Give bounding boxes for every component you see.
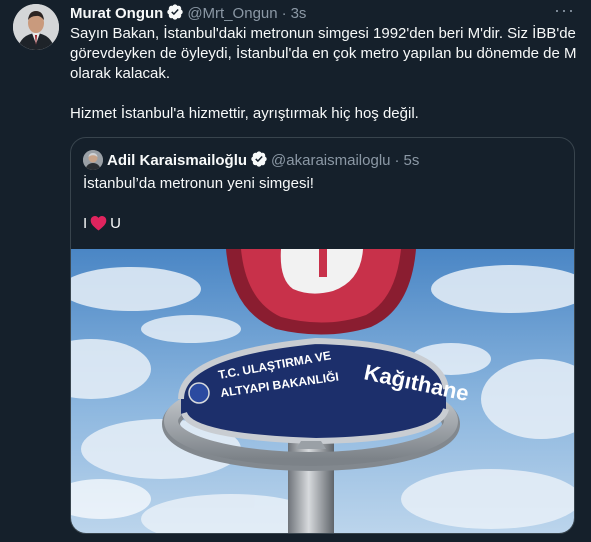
quoted-author-avatar[interactable] [83,150,103,170]
quoted-header: Adil Karaismailoğlu @akaraismailoglu · 5s [83,150,419,174]
quoted-tweet-text: İstanbul’da metronun yeni simgesi! IU [83,174,314,237]
love-before: I [83,215,88,232]
tweet-paragraph-1: Sayın Bakan, İstanbul'daki metronun simg… [70,25,577,82]
tweet-text: Sayın Bakan, İstanbul'daki metronun simg… [70,24,580,124]
quoted-line-2: IU [83,214,314,237]
quoted-line-1: İstanbul’da metronun yeni simgesi! [83,175,314,192]
dot-separator: · [281,5,287,22]
quoted-tweet[interactable]: Adil Karaismailoğlu @akaraismailoglu · 5s İ… [70,137,575,534]
tweet-paragraph-2: Hizmet İstanbul'a hizmettir, ayrıştırmak… [70,105,419,122]
quoted-author-name[interactable]: Adil Karaismailoğlu [107,152,247,169]
author-name[interactable]: Murat Ongun [70,5,163,22]
red-heart-icon [90,215,107,237]
author-avatar[interactable] [13,4,59,50]
metro-sign-photo: T.C. ULAŞTIRMA VE ALTYAPI BAKANLIĞI Kağı… [71,249,574,533]
love-after: U [110,215,122,232]
tweet-time[interactable]: 3s [291,5,307,22]
quoted-author-handle[interactable]: @akaraismailoglu [271,152,390,169]
quoted-media-photo[interactable]: T.C. ULAŞTIRMA VE ALTYAPI BAKANLIĞI Kağı… [71,249,574,533]
more-options-icon[interactable]: ··· [554,0,575,20]
author-handle[interactable]: @Mrt_Ongun [187,5,277,22]
quoted-tweet-time[interactable]: 5s [404,152,420,169]
dot-separator: · [394,152,400,169]
verified-badge-icon [250,150,268,174]
